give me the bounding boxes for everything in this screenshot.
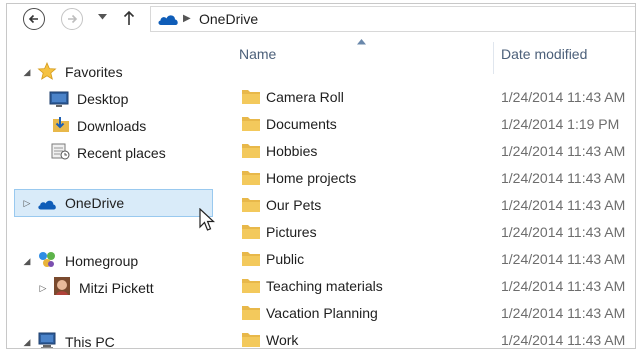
back-arrow-icon	[28, 14, 38, 24]
file-explorer-window: ▶ OneDrive ◢ Favorites Desktop Downloads…	[6, 3, 636, 349]
file-row[interactable]: Teaching materials 1/24/2014 11:43 AM	[219, 273, 635, 300]
file-row[interactable]: Our Pets 1/24/2014 11:43 AM	[219, 192, 635, 219]
navigation-pane: ◢ Favorites Desktop Downloads Recent pla…	[7, 36, 219, 349]
nav-downloads[interactable]: Downloads	[7, 114, 219, 138]
recent-places-icon	[51, 143, 70, 160]
folder-icon	[242, 198, 260, 212]
folder-icon	[242, 252, 260, 266]
star-icon	[37, 62, 57, 80]
column-header-name[interactable]: Name	[239, 46, 276, 62]
folder-icon	[242, 333, 260, 347]
folder-icon	[242, 279, 260, 293]
nav-onedrive[interactable]: ▷ OneDrive	[7, 191, 219, 215]
file-name: Hobbies	[266, 143, 318, 159]
file-row[interactable]: Home projects 1/24/2014 11:43 AM	[219, 165, 635, 192]
nav-desktop-label: Desktop	[77, 91, 129, 107]
file-name: Work	[266, 332, 299, 348]
recent-locations-dropdown-icon[interactable]	[98, 14, 107, 20]
folder-icon	[242, 144, 260, 158]
file-date-modified: 1/24/2014 11:43 AM	[501, 278, 626, 294]
breadcrumb-separator-icon: ▶	[183, 13, 191, 24]
computer-icon	[38, 332, 56, 348]
folder-icon	[242, 117, 260, 131]
file-list: Name Date modified Camera Roll 1/24/2014 …	[219, 36, 635, 348]
collapse-triangle-icon[interactable]: ◢	[22, 337, 32, 348]
nav-homegroup-label: Homegroup	[65, 253, 139, 269]
forward-arrow-icon	[68, 14, 78, 24]
file-date-modified: 1/24/2014 11:43 AM	[501, 170, 626, 186]
file-name: Vacation Planning	[266, 305, 378, 321]
file-date-modified: 1/24/2014 11:43 AM	[501, 332, 626, 348]
downloads-icon	[53, 117, 69, 132]
nav-favorites[interactable]: ◢ Favorites	[7, 60, 219, 84]
file-row[interactable]: Vacation Planning 1/24/2014 11:43 AM	[219, 300, 635, 327]
breadcrumb-onedrive[interactable]: OneDrive	[199, 11, 258, 27]
column-divider[interactable]	[493, 42, 494, 74]
nav-favorites-label: Favorites	[65, 64, 123, 80]
nav-mitzi-pickett-label: Mitzi Pickett	[79, 280, 154, 296]
file-name: Documents	[266, 116, 337, 132]
desktop-icon	[49, 91, 69, 107]
up-arrow-icon[interactable]	[123, 10, 135, 26]
nav-this-pc[interactable]: ◢ This PC	[7, 330, 219, 349]
column-header-date-modified[interactable]: Date modified	[501, 46, 587, 62]
file-date-modified: 1/24/2014 11:43 AM	[501, 305, 626, 321]
file-name: Public	[266, 251, 305, 267]
file-row[interactable]: Pictures 1/24/2014 11:43 AM	[219, 219, 635, 246]
forward-button[interactable]	[61, 8, 83, 30]
onedrive-cloud-icon	[38, 200, 56, 210]
file-date-modified: 1/24/2014 11:43 AM	[501, 251, 626, 267]
file-name: Home projects	[266, 170, 357, 186]
file-date-modified: 1/24/2014 11:43 AM	[501, 224, 626, 240]
sort-ascending-icon	[357, 39, 366, 45]
folder-icon	[242, 225, 260, 239]
expand-triangle-icon[interactable]: ▷	[38, 283, 48, 294]
nav-homegroup[interactable]: ◢ Homegroup	[7, 249, 219, 273]
folder-icon	[242, 90, 260, 104]
homegroup-icon	[39, 252, 55, 267]
nav-onedrive-label: OneDrive	[65, 195, 125, 211]
nav-recent-places[interactable]: Recent places	[7, 141, 219, 165]
file-row[interactable]: Work 1/24/2014 11:43 AM	[219, 327, 635, 348]
nav-downloads-label: Downloads	[77, 118, 147, 134]
file-date-modified: 1/24/2014 1:19 PM	[501, 116, 620, 132]
file-date-modified: 1/24/2014 11:43 AM	[501, 197, 626, 213]
nav-mitzi-pickett[interactable]: ▷ Mitzi Pickett	[7, 276, 219, 300]
file-date-modified: 1/24/2014 11:43 AM	[501, 89, 626, 105]
nav-this-pc-label: This PC	[65, 334, 115, 349]
file-date-modified: 1/24/2014 11:43 AM	[501, 143, 626, 159]
file-name: Teaching materials	[266, 278, 383, 294]
onedrive-cloud-icon	[158, 15, 178, 25]
folder-icon	[242, 306, 260, 320]
collapse-triangle-icon[interactable]: ◢	[22, 256, 32, 267]
back-button[interactable]	[23, 8, 45, 30]
navigation-bar: ▶ OneDrive	[7, 4, 635, 34]
file-name: Pictures	[266, 224, 317, 240]
expand-triangle-icon[interactable]: ▷	[22, 198, 32, 209]
collapse-triangle-icon[interactable]: ◢	[22, 67, 32, 78]
folder-icon	[242, 171, 260, 185]
nav-desktop[interactable]: Desktop	[7, 87, 219, 111]
file-row[interactable]: Hobbies 1/24/2014 11:43 AM	[219, 138, 635, 165]
user-avatar-icon	[54, 277, 70, 295]
nav-recent-places-label: Recent places	[77, 145, 166, 161]
file-name: Our Pets	[266, 197, 322, 213]
address-bar[interactable]: ▶ OneDrive	[150, 6, 635, 32]
file-row[interactable]: Public 1/24/2014 11:43 AM	[219, 246, 635, 273]
mouse-pointer-icon	[199, 208, 215, 231]
file-row[interactable]: Camera Roll 1/24/2014 11:43 AM	[219, 84, 635, 111]
file-name: Camera Roll	[266, 89, 344, 105]
file-row[interactable]: Documents 1/24/2014 1:19 PM	[219, 111, 635, 138]
